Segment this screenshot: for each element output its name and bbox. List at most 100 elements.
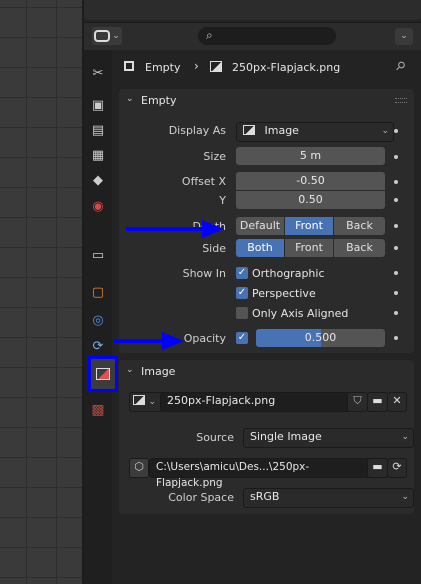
shield-icon: ⛉ [353,394,362,407]
opacity-value: 0.500 [304,331,337,344]
side-option-front[interactable]: Front [285,239,333,257]
collection-tab-icon[interactable]: ▭ [88,245,108,265]
folder-icon: ▬ [372,460,383,473]
breadcrumb: Empty › 250px-Flapjack.png ⚲ [118,58,418,78]
chevron-down-icon: ⌄ [148,397,157,407]
orthographic-label[interactable]: Orthographic [252,267,325,280]
size-field[interactable]: 5 m [236,147,385,165]
physics-tab-icon[interactable]: ◎ [88,310,108,330]
image-data-icon [210,61,222,72]
properties-tabs: ✂ ▣ ▤ ▦ ◆ ◉ ▭ ▢ ◎ ⟳ ▩ [84,50,112,584]
package-icon: ⬡ [134,460,144,473]
pin-icon[interactable]: ⚲ [392,58,408,74]
depth-option-back[interactable]: Back [334,217,385,235]
depth-annotation-arrow [126,220,224,238]
depth-option-front[interactable]: Front [285,217,333,235]
opacity-annotation-arrow [114,332,184,350]
keyframe-dot[interactable] [394,291,398,295]
orthographic-checkbox[interactable]: ✓ [236,267,248,279]
offset-y-field[interactable]: 0.50 [236,191,385,209]
keyframe-dot[interactable] [394,155,398,159]
size-label: Size [203,150,226,163]
scene-tab-icon[interactable]: ◆ [88,170,108,190]
view-layer-tab-icon[interactable]: ▦ [88,145,108,165]
keyframe-dot[interactable] [394,198,398,202]
editor-type-dropdown[interactable]: ⌄ [92,27,122,45]
object-data-tab-icon[interactable] [88,356,118,392]
options-dropdown[interactable]: ⌄ [395,28,413,45]
side-option-both[interactable]: Both [236,239,284,257]
folder-icon: ▬ [372,394,383,407]
tool-tab-icon[interactable]: ✂ [88,63,108,83]
chevron-down-icon: ⌄ [400,31,408,41]
image-icon [243,125,255,135]
axis-aligned-checkbox[interactable] [236,307,248,319]
show-in-label: Show In [182,267,226,280]
display-as-value: Image [264,124,299,137]
keyframe-dot[interactable] [394,129,398,133]
source-value: Single Image [250,430,322,443]
search-input[interactable]: ⌕ [198,27,336,45]
empty-object-icon [124,61,134,71]
side-option-back[interactable]: Back [334,239,385,257]
display-as-dropdown[interactable]: Image ⌄ [236,122,394,142]
reload-image-button[interactable]: ⟳ [387,458,407,478]
image-icon [96,368,110,380]
keyframe-dot[interactable] [394,246,398,250]
image-browse-button[interactable]: ⌄ [129,392,164,412]
properties-editor-icon [94,30,111,42]
offset-x-field[interactable]: -0.50 [236,172,385,190]
render-tab-icon[interactable]: ▣ [88,95,108,115]
offset-y-label: Y [219,194,226,207]
texture-tab-icon[interactable]: ▩ [88,400,108,420]
keyframe-dot[interactable] [394,224,398,228]
filepath-field[interactable]: C:\Users\amicu\Des...\250px-Flapjack.png [149,458,373,489]
drag-handle-icon[interactable] [395,98,407,103]
world-tab-icon[interactable]: ◉ [88,196,108,216]
perspective-checkbox[interactable]: ✓ [236,287,248,299]
search-icon: ⌕ [206,28,213,42]
panel-title[interactable]: Image [141,365,175,378]
reload-icon: ⟳ [392,460,402,473]
color-space-value: sRGB [250,490,280,503]
unlink-image-button[interactable]: ✕ [387,392,407,412]
breadcrumb-object: Empty [145,61,181,74]
source-dropdown[interactable]: Single Image ⌄ [243,428,414,448]
close-icon: ✕ [392,394,402,407]
depth-option-default[interactable]: Default [236,217,284,235]
fake-user-button[interactable]: ⛉ [347,392,368,412]
source-label: Source [196,431,234,444]
side-label: Side [202,242,226,255]
image-name-field[interactable]: 250px-Flapjack.png [160,392,354,412]
color-space-dropdown[interactable]: sRGB ⌄ [243,488,414,508]
keyframe-dot[interactable] [394,271,398,275]
chevron-right-icon: › [194,59,199,73]
browse-file-button[interactable]: ▬ [367,458,388,478]
chevron-down-icon: ⌄ [401,432,409,442]
offset-x-label: Offset X [181,175,226,188]
open-image-button[interactable]: ▬ [367,392,388,412]
chevron-down-icon: ⌄ [401,492,409,502]
panel-collapse-icon[interactable]: ⌄ [126,365,134,375]
breadcrumb-data: 250px-Flapjack.png [232,61,341,74]
output-tab-icon[interactable]: ▤ [88,120,108,140]
image-icon [133,395,145,405]
chevron-down-icon: ⌄ [112,31,120,41]
3d-viewport-grid[interactable] [0,0,82,584]
constraints-tab-icon[interactable]: ⟳ [88,336,108,356]
panel-title[interactable]: Empty [141,94,176,107]
keyframe-dot[interactable] [394,311,398,315]
keyframe-dot[interactable] [394,336,398,340]
opacity-slider[interactable]: 0.500 [256,329,385,347]
color-space-label: Color Space [168,491,234,504]
perspective-label[interactable]: Perspective [252,287,316,300]
pack-image-button[interactable]: ⬡ [129,458,149,478]
panel-collapse-icon[interactable]: ⌄ [126,94,134,104]
display-as-label: Display As [168,124,226,137]
chevron-down-icon: ⌄ [381,126,389,136]
axis-aligned-label[interactable]: Only Axis Aligned [252,307,348,320]
properties-header: ⌄ ⌕ ⌄ [84,22,421,50]
opacity-checkbox[interactable]: ✓ [236,332,248,344]
object-tab-icon[interactable]: ▢ [88,282,108,302]
keyframe-dot[interactable] [394,180,398,184]
